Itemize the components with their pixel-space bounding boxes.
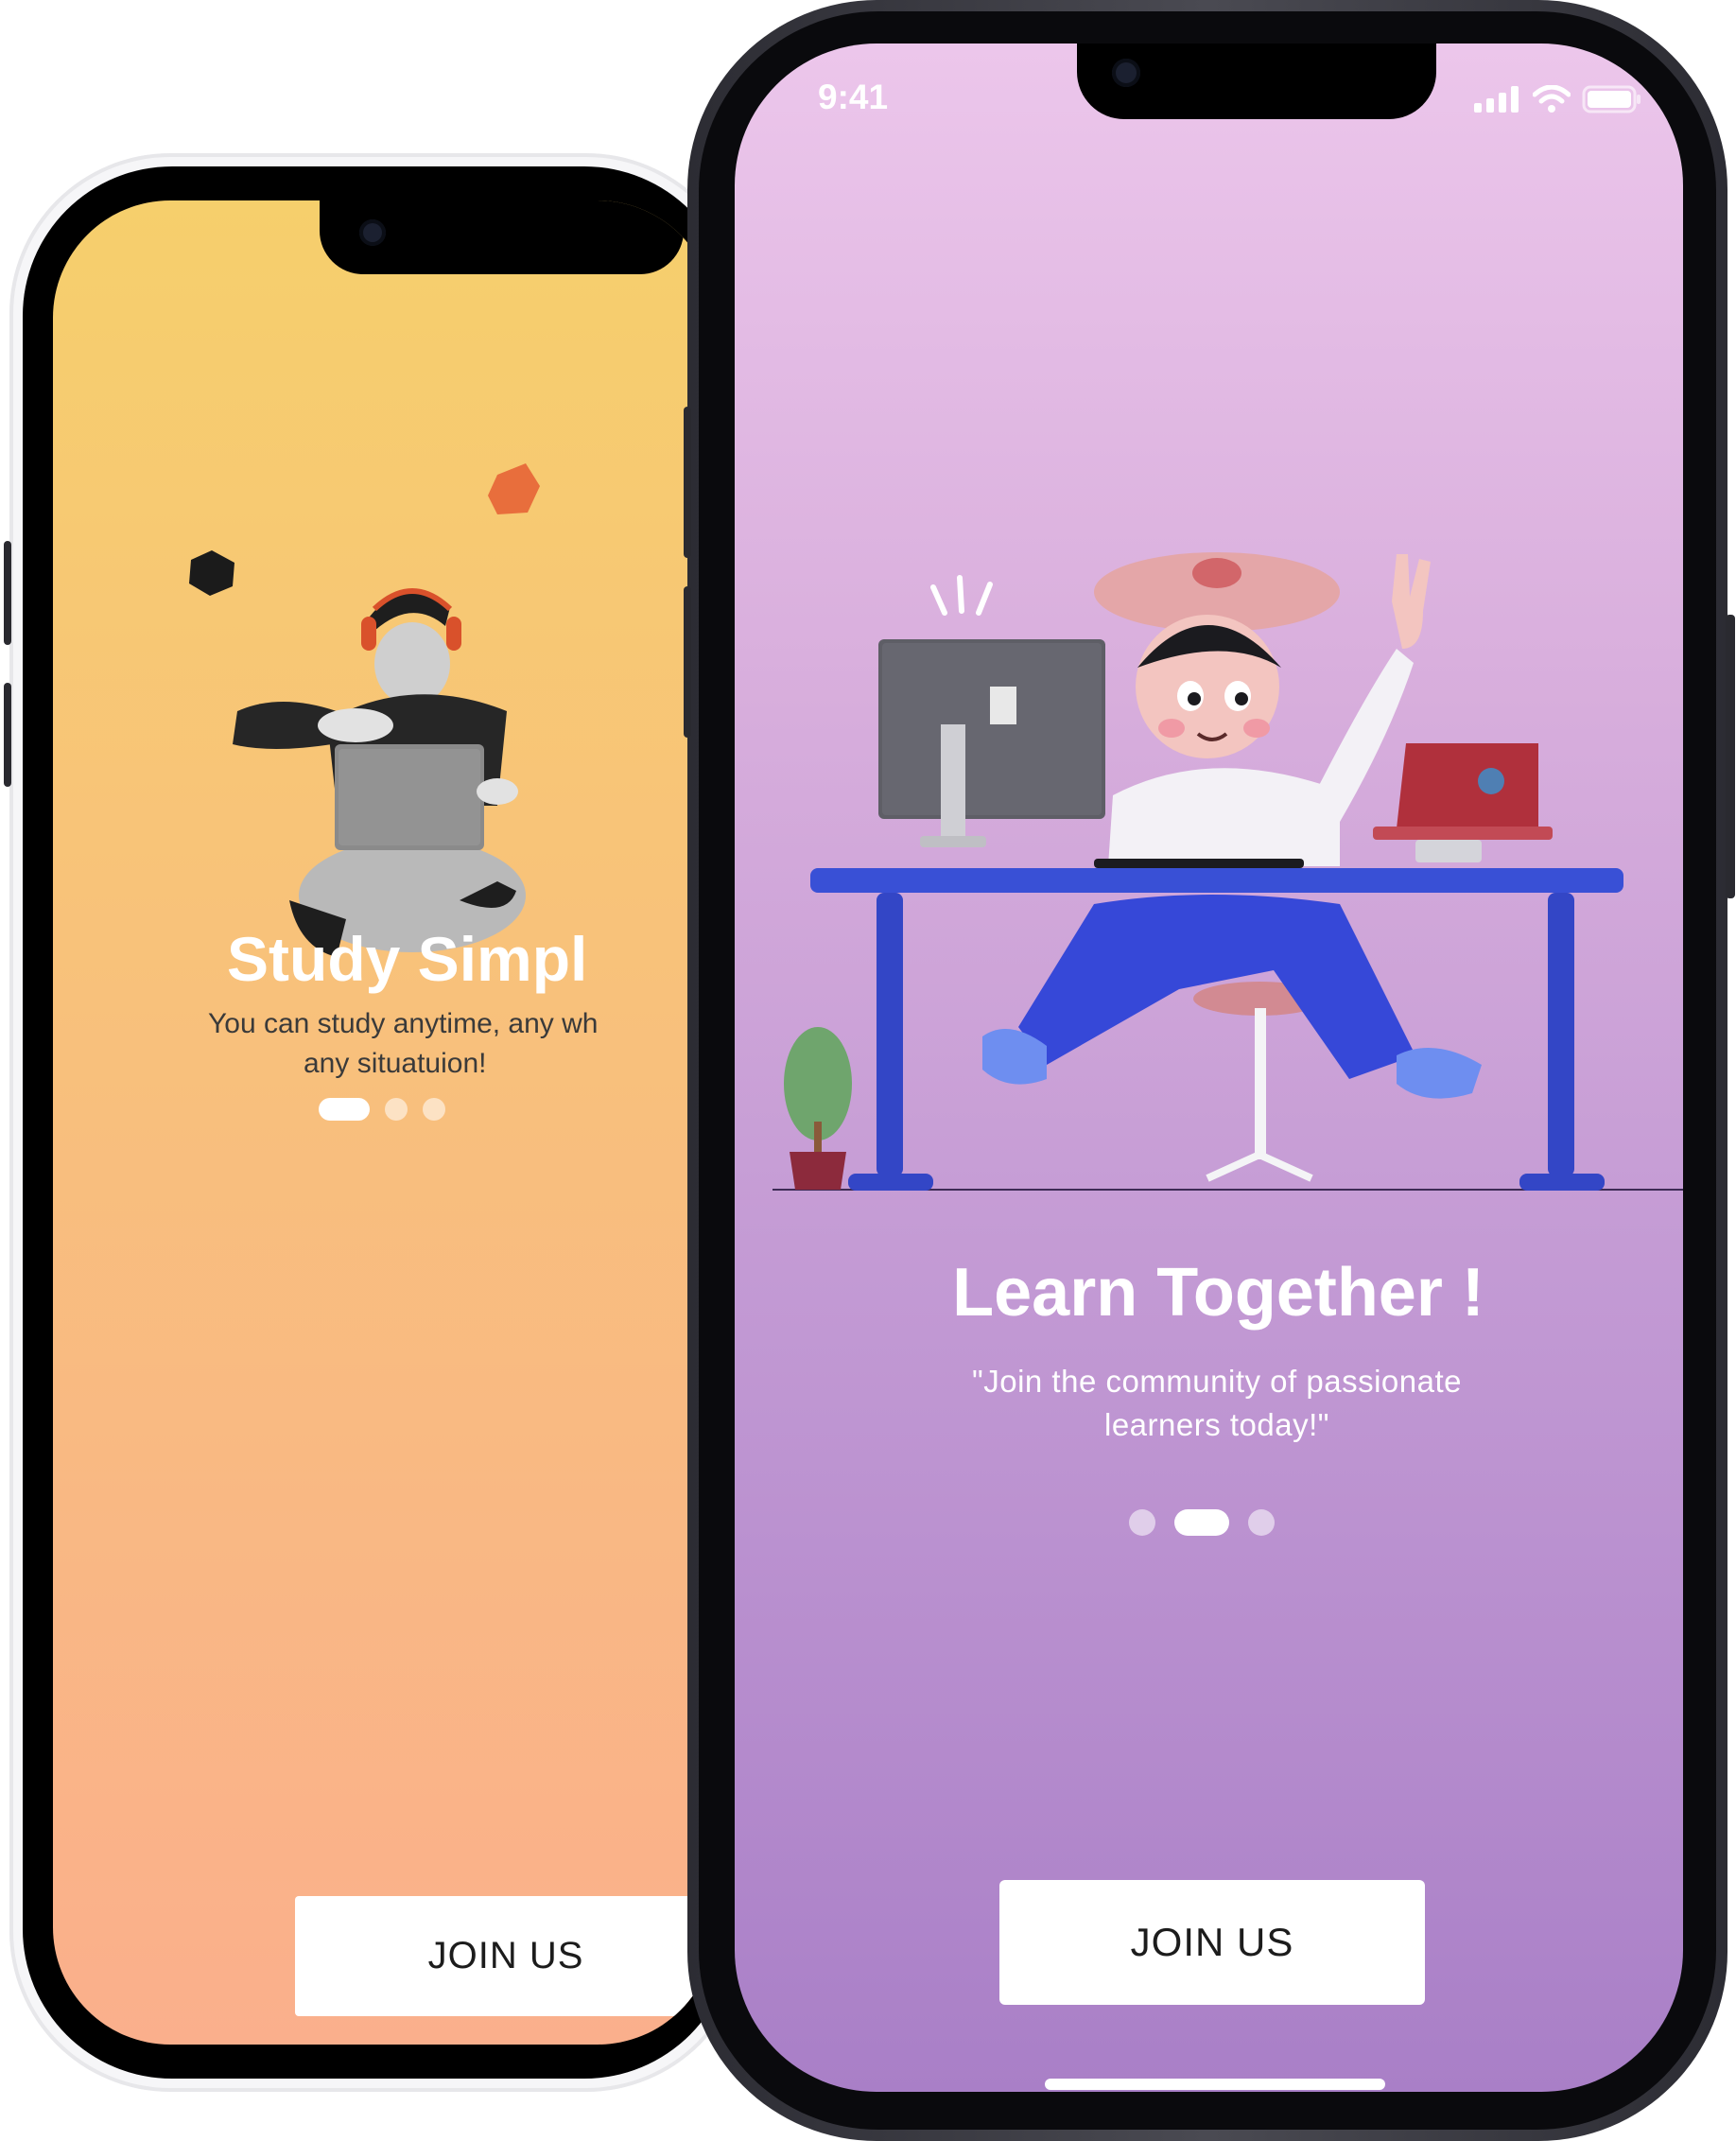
page-indicator bbox=[319, 1098, 445, 1121]
page-dot[interactable] bbox=[1129, 1509, 1155, 1536]
onboarding-screen-study: Study Simpl You can study anytime, any w… bbox=[53, 200, 715, 2045]
phone-front: 9:41 Learn Together ! "Join the communit… bbox=[684, 0, 1735, 2141]
subtitle-line: You can study anytime, any wh bbox=[208, 1008, 599, 1039]
onboarding-title: Learn Together ! bbox=[952, 1255, 1484, 1331]
side-button bbox=[1726, 615, 1735, 898]
page-dot-active[interactable] bbox=[319, 1098, 370, 1121]
onboarding-screen-learn: 9:41 Learn Together ! "Join the communit… bbox=[735, 44, 1683, 2092]
home-indicator[interactable] bbox=[1045, 2079, 1385, 2090]
page-dot[interactable] bbox=[385, 1098, 408, 1121]
page-dot[interactable] bbox=[1248, 1509, 1275, 1536]
page-indicator bbox=[1129, 1509, 1275, 1536]
subtitle-line: any situatuion! bbox=[304, 1048, 487, 1079]
page-dot[interactable] bbox=[423, 1098, 445, 1121]
side-button bbox=[4, 541, 11, 645]
subtitle-line: "Join the community of passionate bbox=[972, 1364, 1462, 1399]
floating-cube-icon bbox=[488, 463, 540, 514]
phone-back: Study Simpl You can study anytime, any w… bbox=[4, 153, 747, 2092]
page-dot-active[interactable] bbox=[1174, 1509, 1229, 1536]
side-button bbox=[4, 683, 11, 787]
subtitle-line: learners today!" bbox=[1103, 1407, 1329, 1443]
side-button bbox=[684, 586, 691, 738]
onboarding-subtitle: "Join the community of passionate learne… bbox=[877, 1360, 1557, 1447]
side-button bbox=[684, 407, 691, 558]
onboarding-subtitle: You can study anytime, any wh any situat… bbox=[185, 1004, 715, 1084]
developer-at-desk-illustration bbox=[773, 552, 1683, 1191]
onboarding-title: Study Simpl bbox=[227, 924, 588, 994]
join-us-button[interactable]: JOIN US bbox=[295, 1896, 715, 2016]
join-us-button[interactable]: JOIN US bbox=[999, 1880, 1425, 2005]
student-illustration bbox=[189, 463, 540, 957]
floating-cube-icon bbox=[189, 550, 234, 596]
